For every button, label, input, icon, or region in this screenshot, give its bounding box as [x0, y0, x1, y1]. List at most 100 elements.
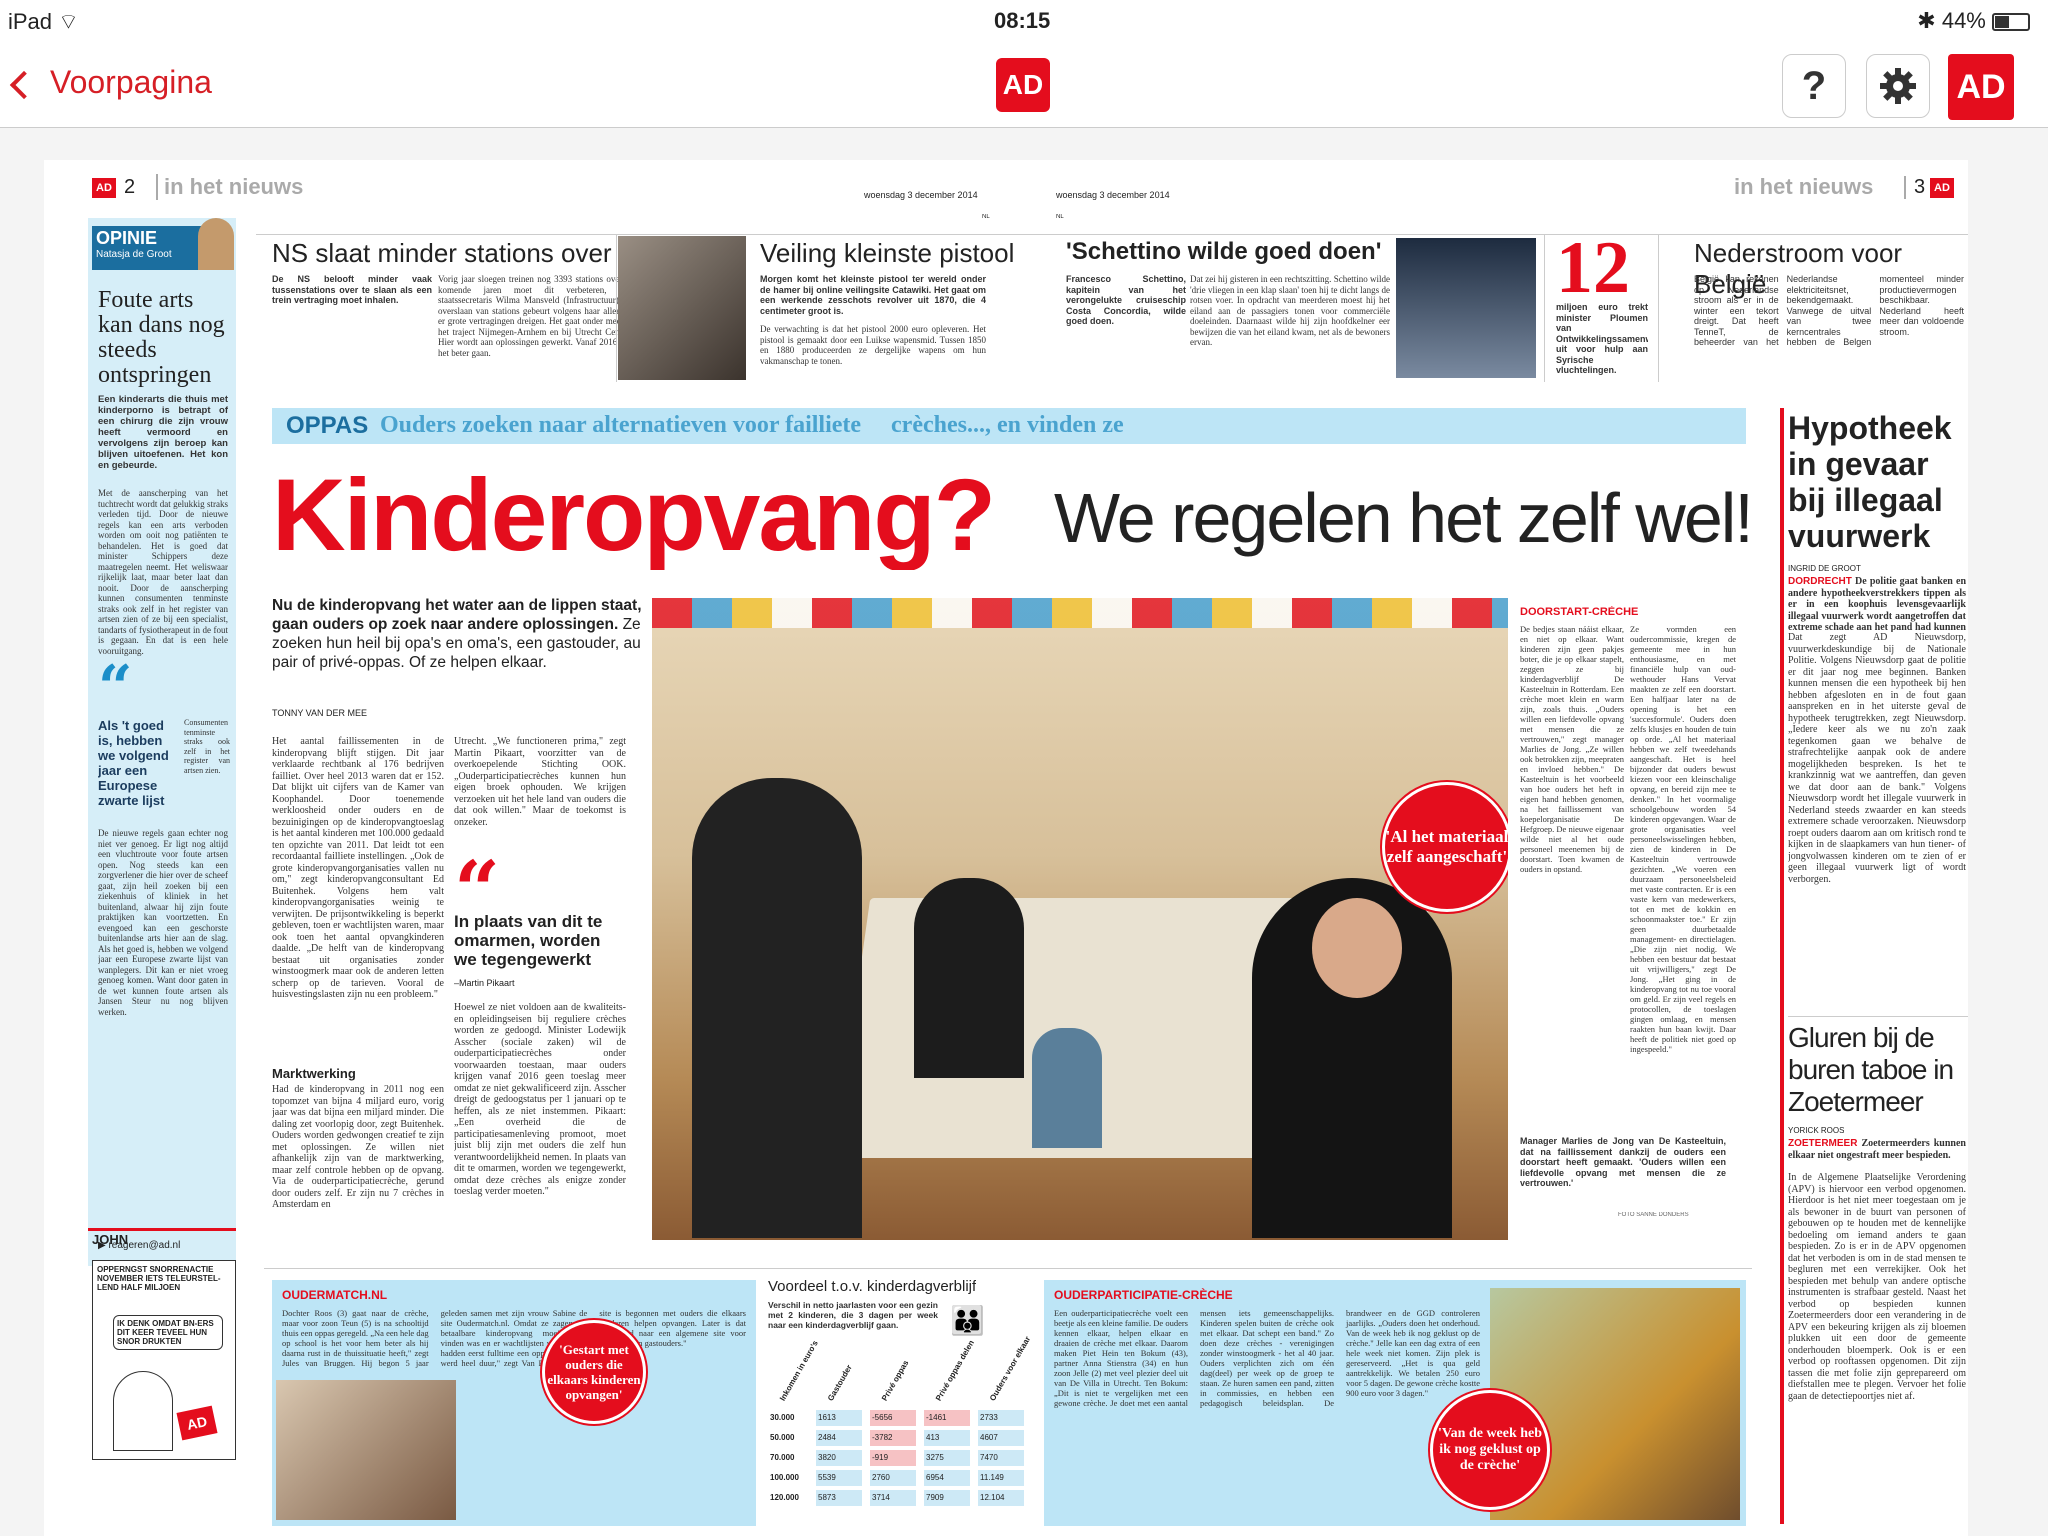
main-pullquote: In plaats van dit te omarmen, worden we … — [454, 912, 603, 969]
table-row-income: 30.000 — [770, 1413, 795, 1422]
table-cell: 3820 — [816, 1450, 862, 1466]
table-cell: 2760 — [870, 1470, 916, 1486]
schettino-headline: 'Schettino wilde goed doen' — [1066, 238, 1382, 265]
john-label: JOHN — [92, 1232, 129, 1247]
battery-icon — [1992, 13, 2030, 32]
john-cartoon: OPPERNGST SNORRENACTIE NOVEMBER IETS TEL… — [92, 1260, 236, 1460]
opinie-label: OPINIE — [96, 228, 158, 248]
pistool-lead: Morgen komt het kleinste pistool ter wer… — [760, 274, 986, 316]
wifi-icon: ⌔ — [58, 9, 79, 34]
main-byline: TONNY VAN DER MEE — [272, 708, 368, 718]
nl-left: NL — [982, 214, 990, 220]
cartoon-ad-logo: AD — [176, 1405, 218, 1441]
doorstart-text-2: Ze vormden een oudercommissie, kregen de… — [1630, 624, 1736, 1054]
back-button[interactable]: Voorpagina — [9, 64, 212, 101]
pullquote-author: –Martin Pikaart — [454, 978, 515, 988]
gluren-place: ZOETERMEER — [1788, 1138, 1858, 1149]
table-cell: 1613 — [816, 1410, 862, 1426]
table-column-header: Privé oppas — [880, 1358, 911, 1403]
cartoon-caption-1: OPPERNGST SNORRENACTIE NOVEMBER IETS TEL… — [97, 1265, 221, 1292]
date-right: woensdag 3 december 2014 — [1056, 190, 1170, 200]
pistool-body: De verwachting is dat het pistool 2000 e… — [760, 324, 986, 366]
photo-credit: FOTO SANNE DONDERS — [1618, 1212, 1689, 1218]
opinie-body-2: De nieuwe regels gaan echter nog niet ve… — [98, 828, 228, 1017]
device-label: iPad ⌔ — [8, 8, 79, 36]
page-number-left: 2 — [124, 176, 136, 198]
ouderpart-quote: 'Van de week heb ik nog geklust op de cr… — [1430, 1390, 1550, 1510]
table-cell: 3714 — [870, 1490, 916, 1506]
photo-caption: Manager Marlies de Jong van De Kasteeltu… — [1520, 1136, 1726, 1188]
gluren-body: In de Algemene Plaatselijke Verordening … — [1788, 1172, 1966, 1402]
bluetooth-icon: ✱ — [1917, 8, 1936, 33]
pistool-headline: Veiling kleinste pistool — [760, 238, 1015, 268]
oudermatch-quote: 'Gestart met ouders die elkaars kinderen… — [542, 1320, 646, 1424]
photo-face — [1312, 898, 1402, 998]
opinie-column: OPINIE Natasja de Groot Foute arts kan d… — [88, 218, 236, 1266]
gluren-rule — [1788, 1016, 1968, 1017]
author-photo — [198, 218, 234, 270]
battery-status: ✱ 44% — [1917, 8, 2030, 34]
main-col1: Het aantal faillissementen in de kindero… — [272, 736, 444, 1000]
main-col2b: Hoewel ze niet voldoen aan de kwaliteits… — [454, 1002, 626, 1197]
device-name: iPad — [8, 9, 53, 34]
hypotheek-place: DORDRECHT — [1788, 576, 1852, 587]
table-cell: 4607 — [978, 1430, 1024, 1446]
table-cell: 7470 — [978, 1450, 1024, 1466]
gear-icon — [1880, 68, 1916, 104]
clock: 08:15 — [994, 8, 1051, 33]
doorstart-sidebar: DOORSTART-CRÈCHE De bedjes staan nááist … — [1508, 598, 1746, 1240]
page-number-right: 3 — [1904, 176, 1925, 199]
pistool-photo — [618, 236, 746, 380]
oudermatch-label: OUDERMATCH.NL — [282, 1288, 388, 1302]
ouderpart-label: OUDERPARTICIPATIE-CRÈCHE — [1054, 1288, 1233, 1302]
settings-button[interactable] — [1866, 54, 1930, 118]
hypotheek-headline: Hypotheek in gevaar bij illegaal vuurwer… — [1788, 410, 1952, 554]
table-cell: -3782 — [870, 1430, 916, 1446]
main-col2: Utrecht. „We functioneren prima," zegt M… — [454, 736, 626, 828]
help-button[interactable]: ? — [1782, 54, 1846, 118]
table-cell: -919 — [870, 1450, 916, 1466]
back-label: Voorpagina — [50, 64, 212, 100]
ouderpart-box: OUDERPARTICIPATIE-CRÈCHE Een ouderpartic… — [1044, 1280, 1746, 1526]
bunting — [652, 598, 1508, 628]
table-cell: 12.104 — [978, 1490, 1024, 1506]
photo-child — [1032, 1028, 1102, 1148]
ns-body: Vorig jaar sloegen treinen nog 3393 stat… — [438, 274, 638, 358]
divider — [1544, 234, 1545, 382]
table-column-header: Privé oppas delen — [934, 1338, 977, 1403]
table-cell: -1461 — [924, 1410, 970, 1426]
schettino-body: Dat zei hij gisteren in een rechtszittin… — [1190, 274, 1390, 347]
oudermatch-photo — [276, 1380, 456, 1520]
divider — [616, 234, 617, 382]
opinie-label-box: OPINIE Natasja de Groot — [92, 226, 202, 270]
table-cell: 6954 — [924, 1470, 970, 1486]
table-cell: 2484 — [816, 1430, 862, 1446]
opinie-lead: Een kinderarts die thuis met kinderporno… — [98, 394, 228, 471]
newspaper-spread: AD 2 in het nieuws woensdag 3 december 2… — [44, 160, 1968, 1536]
table-row-income: 70.000 — [770, 1453, 795, 1462]
ad-small-logo: AD — [92, 178, 116, 198]
table-row-income: 100.000 — [770, 1473, 799, 1482]
status-bar: iPad ⌔ 08:15 ✱ 44% — [0, 0, 2048, 42]
table-row-income: 50.000 — [770, 1433, 795, 1442]
right-col-rule — [1780, 408, 1784, 1524]
cartoon-caption-2: IK DENK OMDAT BN-ERS DIT KEER TEVEEL HUN… — [113, 1315, 223, 1350]
ad-logo-button[interactable]: AD — [1948, 54, 2014, 120]
hypotheek-byline: INGRID DE GROOT — [1788, 564, 1861, 573]
table-column-header: Ouders voor elkaar — [988, 1334, 1033, 1403]
oppas-bar: OPPAS Ouders zoeken naar alternatieven v… — [272, 408, 1746, 444]
table-cell: 5539 — [816, 1470, 862, 1486]
gluren-lead: ZOETERMEER Zoetermeerders kunnen elkaar … — [1788, 1138, 1966, 1172]
table-column-header: Inkomen in euro's — [778, 1338, 820, 1403]
voordeel-headers: Inkomen in euro's Gastouder Privé oppas Pri… — [768, 1335, 1032, 1404]
cartoon-figure — [113, 1371, 173, 1451]
ad-logo[interactable]: AD — [996, 58, 1050, 112]
main-photo — [652, 598, 1508, 1240]
twelve-number: 12 — [1556, 227, 1630, 309]
family-icon: 👪 — [950, 1305, 985, 1336]
ouderpart-text: Een ouderparticipatiecrèche voelt een be… — [1054, 1308, 1480, 1408]
section-right: in het nieuws — [1734, 174, 1874, 199]
main-headline-red: Kinderopvang? — [272, 460, 995, 570]
ad-small-logo-right: AD — [1930, 178, 1954, 198]
table-column-header: Gastouder — [826, 1363, 854, 1403]
